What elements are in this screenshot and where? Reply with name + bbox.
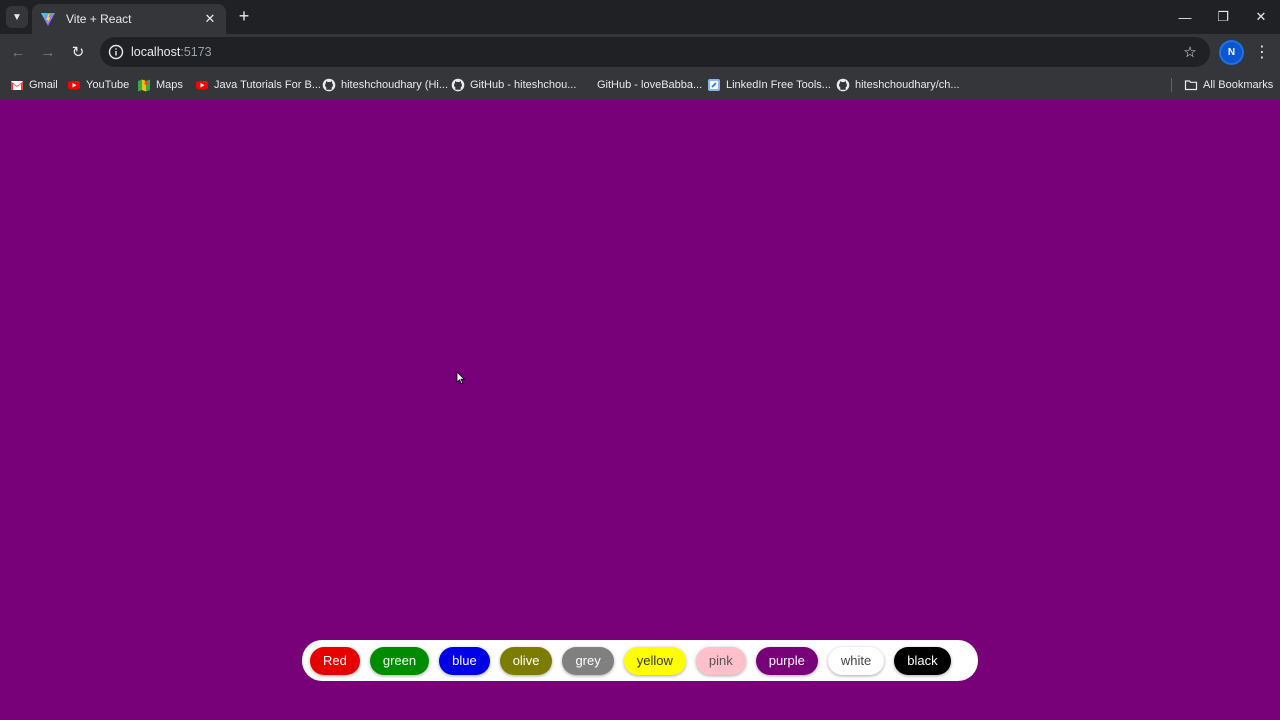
color-button-olive[interactable]: olive [499, 646, 553, 675]
bookmark-label: Maps [156, 79, 183, 91]
bookmark-maps[interactable]: Maps [137, 76, 183, 94]
color-button-yellow[interactable]: yellow [623, 646, 686, 675]
vite-favicon-icon [41, 13, 55, 26]
bookmark-youtube[interactable]: YouTube [67, 76, 129, 94]
linkedin-tools-icon [708, 79, 720, 91]
bookmark-label: YouTube [86, 79, 130, 91]
youtube-icon [68, 81, 80, 90]
bookmark-label: hiteshchoudhary (Hi... [341, 79, 448, 91]
color-button-blue[interactable]: blue [439, 646, 490, 675]
window-close-icon[interactable]: ✕ [1242, 0, 1280, 34]
tab-strip: ▼ Vite + React ✕ + — ❐ ✕ [0, 0, 1280, 34]
all-bookmarks-button[interactable]: All Bookmarks [1184, 76, 1273, 94]
mouse-cursor-icon [456, 371, 466, 385]
maps-icon [138, 79, 150, 92]
bookmark-label: Gmail [29, 79, 58, 91]
bookmark-label: Java Tutorials For B... [214, 79, 321, 91]
tab-title: Vite + React [66, 12, 132, 26]
color-button-red[interactable]: Red [310, 646, 360, 675]
all-bookmarks-label: All Bookmarks [1203, 79, 1274, 91]
bookmark-java-tutorials[interactable]: Java Tutorials For B... [195, 76, 321, 94]
color-button-grey[interactable]: grey [562, 646, 614, 675]
reload-icon[interactable]: ↻ [68, 42, 88, 62]
color-button-pink[interactable]: pink [695, 646, 746, 675]
bookmark-label: hiteshchoudhary/ch... [855, 79, 960, 91]
bookmark-label: LinkedIn Free Tools... [726, 79, 831, 91]
color-button-white[interactable]: white [827, 646, 885, 675]
bookmark-label: GitHub - hiteshchou... [470, 79, 577, 91]
github-icon [451, 78, 465, 92]
address-bar[interactable]: localhost:5173 [100, 37, 1210, 67]
gmail-icon [11, 81, 23, 90]
github-icon [578, 78, 592, 92]
bookmarks-divider [1171, 78, 1172, 92]
url-host: localhost [131, 45, 181, 59]
github-icon [322, 78, 336, 92]
color-button-black[interactable]: black [894, 646, 951, 675]
github-icon [836, 78, 850, 92]
youtube-icon [196, 81, 208, 90]
new-tab-plus-icon[interactable]: + [234, 6, 254, 26]
back-arrow-icon[interactable]: ← [8, 42, 28, 62]
profile-avatar[interactable]: N [1221, 42, 1242, 63]
bookmark-hiteshchoudhary-profile[interactable]: hiteshchoudhary (Hi... [322, 76, 448, 94]
restore-icon[interactable]: ❐ [1204, 0, 1242, 34]
bookmark-linkedin-tools[interactable]: LinkedIn Free Tools... [707, 76, 831, 94]
bookmark-gmail[interactable]: Gmail [10, 76, 58, 94]
url-port: :5173 [180, 45, 212, 59]
color-button-purple[interactable]: purple [755, 646, 818, 675]
tab-close-icon[interactable]: ✕ [202, 11, 218, 27]
tab-search-chevron-icon[interactable]: ▼ [6, 6, 28, 28]
bookmark-hiteshchoudhary-repo[interactable]: hiteshchoudhary/ch... [836, 76, 960, 94]
minimize-icon[interactable]: — [1166, 0, 1204, 34]
bookmark-github-hiteshchou[interactable]: GitHub - hiteshchou... [451, 76, 576, 94]
address-url: localhost:5173 [131, 45, 212, 59]
bookmark-github-lovebabba[interactable]: GitHub - loveBabba... [578, 76, 702, 94]
tab-vite-react[interactable]: Vite + React ✕ [32, 4, 226, 34]
site-info-icon[interactable] [108, 44, 124, 60]
browser-toolbar: ← → ↻ localhost:5173 ☆ [0, 34, 1280, 70]
page-viewport: Red green blue olive grey yellow pink purple whi… [0, 100, 1280, 720]
bookmark-star-icon[interactable]: ☆ [1180, 42, 1200, 62]
bookmark-label: GitHub - loveBabba... [597, 79, 703, 91]
browser-menu-icon[interactable]: ⋮ [1252, 42, 1272, 62]
folder-icon [1184, 80, 1198, 91]
forward-arrow-icon[interactable]: → [38, 42, 58, 62]
color-button-green[interactable]: green [369, 646, 430, 675]
bookmarks-bar: Gmail YouTube Maps Java Tutorials For B.… [0, 70, 1280, 100]
color-button-bar: Red green blue olive grey yellow pink purple whi… [302, 640, 978, 681]
